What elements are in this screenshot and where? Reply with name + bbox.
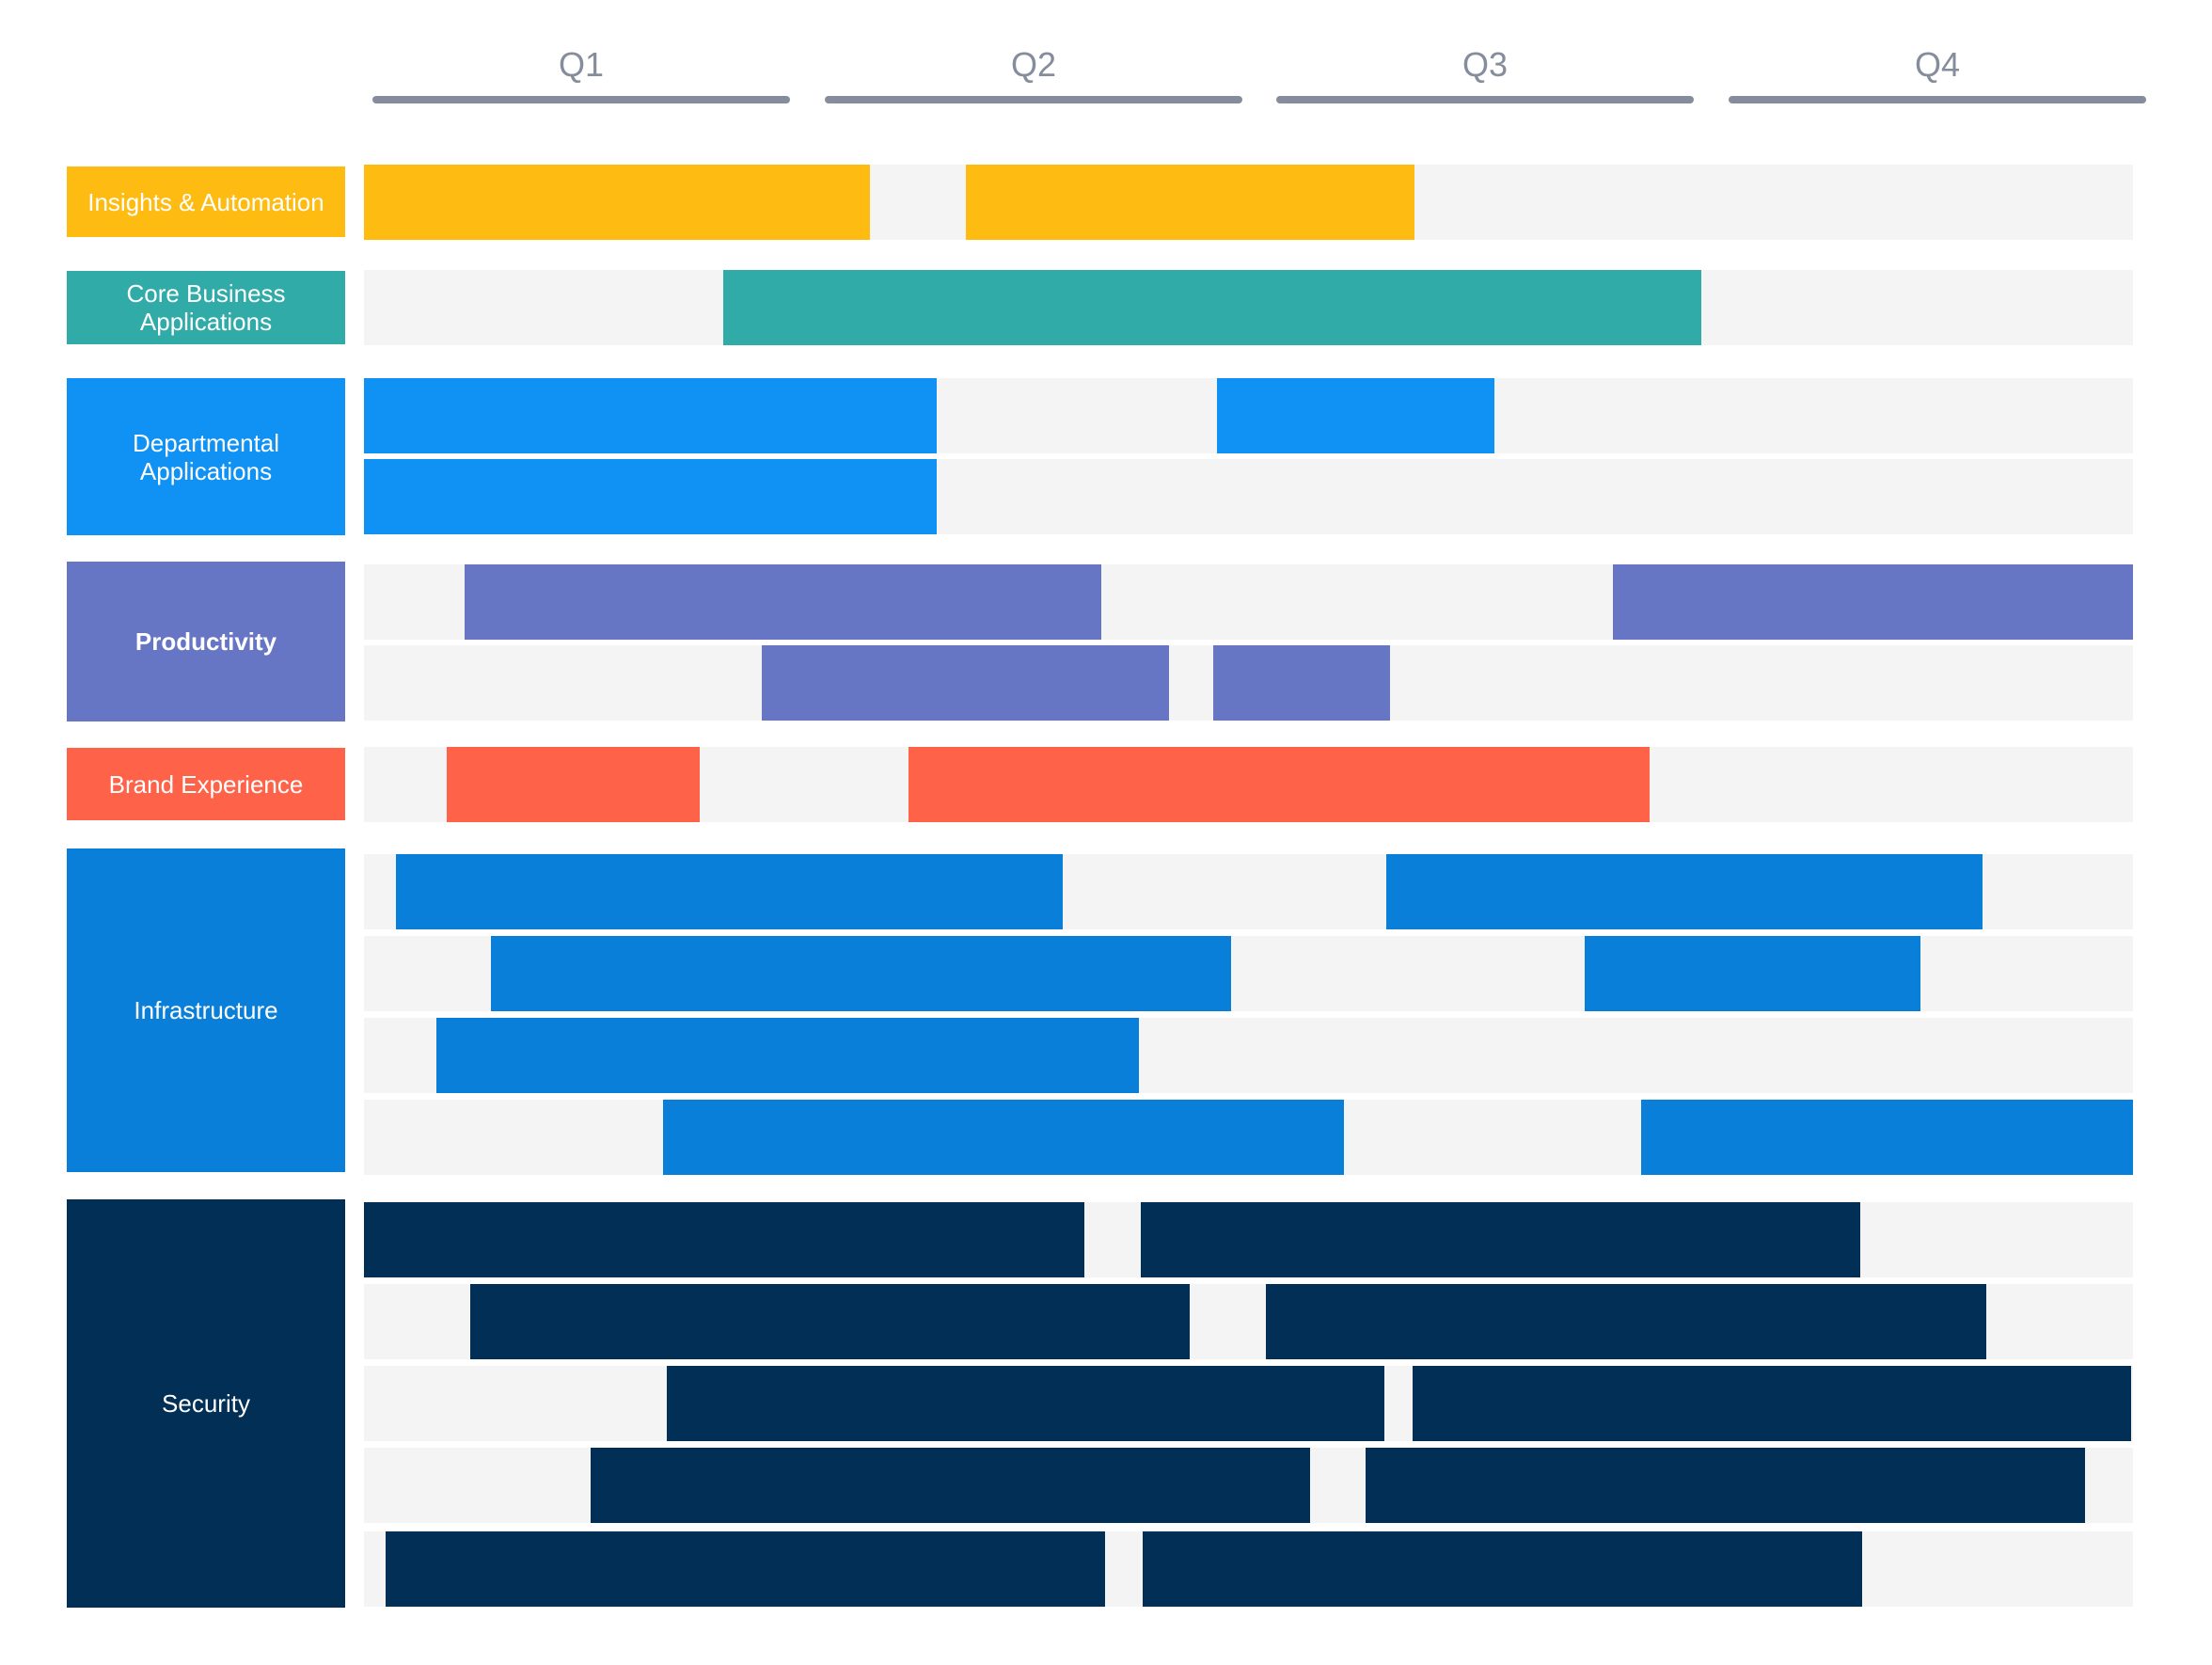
category-label-text: Productivity — [134, 627, 277, 656]
track-productivity-row-1 — [364, 564, 2133, 640]
quarter-label-q4: Q4 — [1914, 45, 1961, 84]
bar-insights-automation-1-2[interactable] — [965, 165, 1415, 240]
category-label-text: Core Business Applications — [126, 279, 286, 336]
bar-brand-experience-1-2[interactable] — [908, 747, 1651, 822]
bar-departmental-applications-1-2[interactable] — [1216, 378, 1494, 453]
track-insights-automation-row-1 — [364, 165, 2133, 240]
bar-infrastructure-4-1[interactable] — [662, 1100, 1345, 1175]
track-departmental-applications-row-1 — [364, 378, 2133, 453]
category-label-insights-automation: Insights & Automation — [67, 166, 345, 237]
track-security-row-2 — [364, 1284, 2133, 1359]
category-label-text: Departmental Applications — [132, 428, 280, 485]
bar-security-1-2[interactable] — [1140, 1202, 1861, 1277]
track-infrastructure-row-2 — [364, 936, 2133, 1011]
track-security-row-4 — [364, 1448, 2133, 1523]
track-infrastructure-row-3 — [364, 1018, 2133, 1093]
category-label-text: Infrastructure — [134, 996, 278, 1024]
bar-security-2-2[interactable] — [1266, 1284, 1986, 1359]
category-label-security: Security — [67, 1199, 345, 1608]
bar-infrastructure-2-1[interactable] — [491, 936, 1231, 1011]
category-label-productivity: Productivity — [67, 562, 345, 722]
bar-infrastructure-1-2[interactable] — [1386, 854, 1983, 929]
bar-security-3-1[interactable] — [666, 1366, 1385, 1441]
bar-infrastructure-2-2[interactable] — [1584, 936, 1921, 1011]
quarter-divider-q3 — [1276, 96, 1694, 103]
track-productivity-row-2 — [364, 645, 2133, 721]
bar-infrastructure-3-1[interactable] — [436, 1018, 1139, 1093]
bar-core-business-applications-1-1[interactable] — [722, 270, 1702, 345]
bar-brand-experience-1-1[interactable] — [447, 747, 701, 822]
bar-departmental-applications-2-1[interactable] — [364, 459, 938, 534]
bar-productivity-1-1[interactable] — [465, 564, 1102, 640]
category-label-text: Security — [162, 1389, 250, 1418]
bar-productivity-2-2[interactable] — [1212, 645, 1390, 721]
bar-infrastructure-4-2[interactable] — [1641, 1100, 2133, 1175]
bar-security-5-1[interactable] — [385, 1531, 1106, 1607]
category-label-infrastructure: Infrastructure — [67, 848, 345, 1172]
category-label-text: Brand Experience — [108, 769, 304, 799]
bar-insights-automation-1-1[interactable] — [364, 165, 870, 240]
bar-productivity-2-1[interactable] — [762, 645, 1169, 721]
bar-infrastructure-1-1[interactable] — [395, 854, 1063, 929]
category-label-departmental-applications: Departmental Applications — [67, 378, 345, 535]
bar-departmental-applications-1-1[interactable] — [364, 378, 938, 453]
quarter-divider-q4 — [1729, 96, 2146, 103]
quarter-label-q2: Q2 — [1010, 45, 1057, 84]
bar-security-2-1[interactable] — [469, 1284, 1191, 1359]
track-infrastructure-row-4 — [364, 1100, 2133, 1175]
track-departmental-applications-row-2 — [364, 459, 2133, 534]
track-brand-experience-row-1 — [364, 747, 2133, 822]
category-label-core-business-applications: Core Business Applications — [67, 271, 345, 344]
track-security-row-1 — [364, 1202, 2133, 1277]
bar-productivity-1-2[interactable] — [1612, 564, 2133, 640]
category-label-text: Insights & Automation — [87, 187, 324, 216]
quarter-label-q3: Q3 — [1462, 45, 1509, 84]
bar-security-5-2[interactable] — [1142, 1531, 1863, 1607]
quarter-divider-q2 — [825, 96, 1242, 103]
quarter-divider-q1 — [372, 96, 790, 103]
track-security-row-3 — [364, 1366, 2133, 1441]
bar-security-4-1[interactable] — [590, 1448, 1311, 1523]
bar-security-4-2[interactable] — [1365, 1448, 2086, 1523]
track-core-business-applications-row-1 — [364, 270, 2133, 345]
quarter-label-q1: Q1 — [558, 45, 605, 84]
bar-security-1-1[interactable] — [364, 1202, 1084, 1277]
track-security-row-5 — [364, 1531, 2133, 1607]
category-label-brand-experience: Brand Experience — [67, 748, 345, 820]
track-infrastructure-row-1 — [364, 854, 2133, 929]
bar-security-3-2[interactable] — [1413, 1366, 2132, 1441]
